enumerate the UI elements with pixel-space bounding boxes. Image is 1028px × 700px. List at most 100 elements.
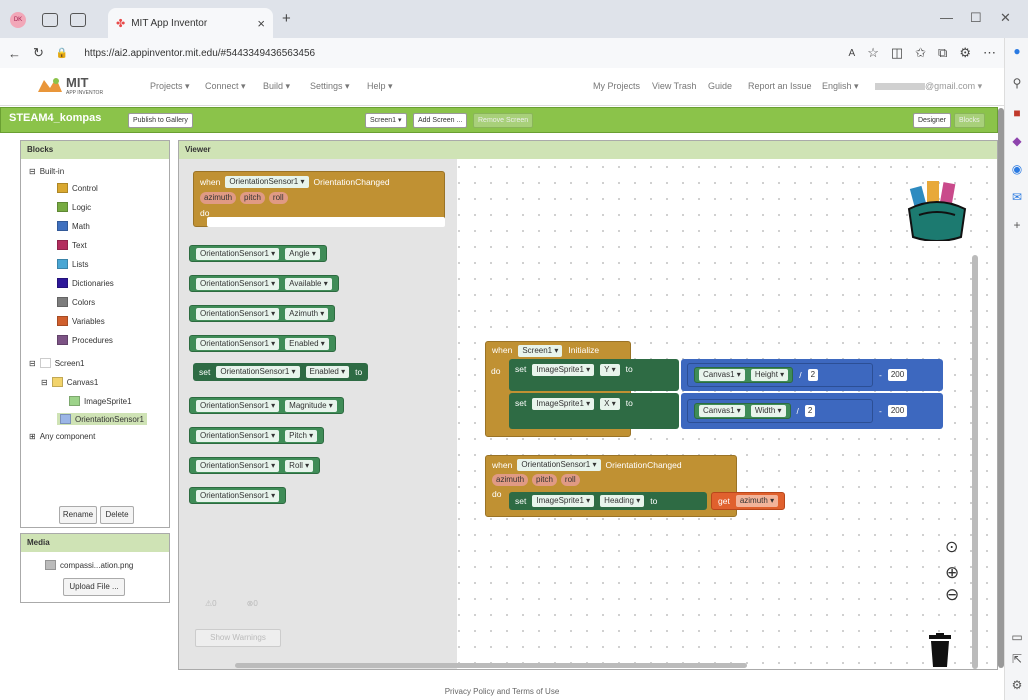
- math-subtract-block-y[interactable]: Canvas1 ▾ Height ▾ / 2 - 200: [681, 359, 943, 391]
- mit-logo-icon[interactable]: [36, 76, 64, 94]
- new-tab-icon[interactable]: +: [282, 10, 291, 27]
- property-dropdown[interactable]: Magnitude ▾: [285, 399, 337, 412]
- link-report-issue[interactable]: Report an Issue: [748, 81, 812, 91]
- param-roll[interactable]: roll: [268, 192, 288, 204]
- number-block[interactable]: 200: [887, 369, 908, 381]
- getter-available-block[interactable]: OrientationSensor1 ▾ Available ▾: [189, 275, 339, 292]
- param-pitch[interactable]: pitch: [532, 474, 557, 486]
- math-divide-block-x[interactable]: Canvas1 ▾ Width ▾ / 2: [687, 399, 873, 423]
- math-subtract-block-x[interactable]: Canvas1 ▾ Width ▾ / 2 - 200: [681, 393, 943, 429]
- sidebar-layout-icon[interactable]: ▭: [1010, 630, 1024, 644]
- builtin-procedures[interactable]: Procedures: [57, 335, 113, 345]
- trash-icon[interactable]: [928, 633, 952, 669]
- browser-tab[interactable]: ✤ MIT App Inventor ×: [108, 8, 273, 38]
- rename-button[interactable]: Rename: [59, 506, 97, 524]
- component-dropdown[interactable]: OrientationSensor1 ▾: [196, 429, 280, 442]
- component-dropdown[interactable]: ImageSprite1 ▾: [532, 364, 595, 376]
- games-icon[interactable]: ◉: [1010, 162, 1024, 176]
- collections-icon[interactable]: ⧉: [938, 45, 947, 61]
- component-dropdown[interactable]: OrientationSensor1 ▾: [225, 176, 309, 188]
- component-dropdown[interactable]: ImageSprite1 ▾: [532, 495, 595, 507]
- menu-projects[interactable]: Projects ▾: [150, 81, 190, 92]
- number-block[interactable]: 2: [804, 405, 816, 417]
- recenter-icon[interactable]: ⊙: [945, 537, 958, 557]
- canvas-width-getter[interactable]: Canvas1 ▾ Width ▾: [694, 403, 791, 419]
- maximize-icon[interactable]: ☐: [970, 10, 982, 26]
- show-warnings-button[interactable]: Show Warnings: [195, 629, 281, 647]
- settings-gear-icon[interactable]: ⚙: [1010, 678, 1024, 692]
- warning-icon[interactable]: ⚠0: [205, 599, 217, 608]
- upload-file-button[interactable]: Upload File ...: [63, 578, 125, 596]
- property-dropdown[interactable]: Heading ▾: [600, 495, 645, 507]
- tree-orientationsensor1[interactable]: OrientationSensor1: [57, 413, 147, 425]
- vertical-scrollbar[interactable]: [972, 255, 978, 669]
- copilot-icon[interactable]: ●: [1010, 44, 1024, 58]
- getter-pitch-block[interactable]: OrientationSensor1 ▾ Pitch ▾: [189, 427, 325, 444]
- component-dropdown[interactable]: OrientationSensor1 ▾: [216, 366, 300, 378]
- property-dropdown[interactable]: Roll ▾: [285, 459, 314, 472]
- component-dropdown[interactable]: OrientationSensor1 ▾: [196, 489, 280, 502]
- getter-angle-block[interactable]: OrientationSensor1 ▾ Angle ▾: [189, 245, 327, 262]
- menu-help[interactable]: Help ▾: [367, 81, 393, 92]
- media-file[interactable]: compassi...ation.png: [45, 560, 133, 570]
- builtin-logic[interactable]: Logic: [57, 202, 91, 212]
- favorite-icon[interactable]: ☆: [867, 45, 879, 61]
- add-sidebar-icon[interactable]: +: [1010, 218, 1024, 232]
- zoom-out-icon[interactable]: ⊖: [945, 585, 959, 605]
- property-dropdown[interactable]: Enabled ▾: [305, 366, 350, 378]
- component-dropdown[interactable]: OrientationSensor1 ▾: [196, 307, 280, 320]
- split-screen-icon[interactable]: ◫: [891, 45, 903, 61]
- getter-roll-block[interactable]: OrientationSensor1 ▾ Roll ▾: [189, 457, 321, 474]
- more-icon[interactable]: ⋯: [983, 45, 996, 61]
- favorites-bar-icon[interactable]: ✩: [915, 45, 926, 61]
- getter-magnitude-block[interactable]: OrientationSensor1 ▾ Magnitude ▾: [189, 397, 344, 414]
- error-icon[interactable]: ⊗0: [247, 599, 258, 608]
- getter-azimuth-block[interactable]: OrientationSensor1 ▾ Azimuth ▾: [189, 305, 336, 322]
- component-dropdown[interactable]: OrientationSensor1 ▾: [517, 459, 601, 471]
- property-dropdown[interactable]: Height ▾: [750, 369, 789, 381]
- menu-connect[interactable]: Connect ▾: [205, 81, 246, 92]
- screen-select[interactable]: Screen1 ▾: [365, 113, 407, 128]
- backpack-icon[interactable]: [905, 175, 969, 243]
- canvas-height-getter[interactable]: Canvas1 ▾ Height ▾: [694, 367, 794, 383]
- designer-button[interactable]: Designer: [913, 113, 952, 128]
- component-dropdown[interactable]: Canvas1 ▾: [699, 405, 745, 417]
- link-guide[interactable]: Guide: [708, 81, 732, 91]
- url-field[interactable]: https://ai2.appinventor.mit.edu/#5443349…: [84, 48, 315, 59]
- set-sprite-x-block[interactable]: set ImageSprite1 ▾ X ▾ to: [509, 393, 679, 429]
- blocks-workspace[interactable]: when OrientationSensor1 ▾ OrientationCha…: [179, 159, 997, 669]
- math-divide-block-y[interactable]: Canvas1 ▾ Height ▾ / 2: [687, 363, 873, 387]
- read-aloud-icon[interactable]: A: [849, 48, 856, 59]
- search-icon[interactable]: ⚲: [1010, 76, 1024, 90]
- set-sprite-heading-block[interactable]: set ImageSprite1 ▾ Heading ▾ to: [509, 492, 707, 510]
- component-block[interactable]: OrientationSensor1 ▾: [189, 487, 287, 504]
- collapse-icon[interactable]: ⊟: [29, 359, 36, 368]
- setter-enabled-block[interactable]: set OrientationSensor1 ▾ Enabled ▾ to: [193, 363, 369, 381]
- add-screen-button[interactable]: Add Screen ...: [413, 113, 468, 128]
- tree-canvas1[interactable]: ⊟ Canvas1: [41, 377, 98, 387]
- component-dropdown[interactable]: Canvas1 ▾: [699, 369, 745, 381]
- number-block[interactable]: 200: [887, 405, 908, 417]
- external-icon[interactable]: ⇱: [1010, 652, 1024, 666]
- property-dropdown[interactable]: Pitch ▾: [285, 429, 318, 442]
- tab-actions-icon[interactable]: [70, 13, 86, 27]
- param-azimuth[interactable]: azimuth: [492, 474, 529, 486]
- getter-enabled-block[interactable]: OrientationSensor1 ▾ Enabled ▾: [189, 335, 336, 352]
- property-dropdown[interactable]: Y ▾: [600, 364, 620, 376]
- property-dropdown[interactable]: Angle ▾: [285, 247, 320, 260]
- menu-language[interactable]: English ▾: [822, 81, 859, 92]
- tree-imagesprite1[interactable]: ImageSprite1: [69, 396, 132, 406]
- param-roll[interactable]: roll: [560, 474, 580, 486]
- horizontal-scrollbar[interactable]: [235, 663, 747, 668]
- param-azimuth[interactable]: azimuth: [200, 192, 237, 204]
- builtin-colors[interactable]: Colors: [57, 297, 95, 307]
- remove-screen-button[interactable]: Remove Screen: [473, 113, 534, 128]
- builtin-math[interactable]: Math: [57, 221, 90, 231]
- property-dropdown[interactable]: Width ▾: [750, 405, 786, 417]
- property-dropdown[interactable]: Enabled ▾: [285, 337, 329, 350]
- extensions-icon[interactable]: ⚙: [959, 45, 971, 61]
- workspaces-icon[interactable]: [42, 13, 58, 27]
- menu-build[interactable]: Build ▾: [263, 81, 290, 92]
- link-my-projects[interactable]: My Projects: [593, 81, 640, 91]
- collapse-icon[interactable]: ⊟: [41, 378, 48, 387]
